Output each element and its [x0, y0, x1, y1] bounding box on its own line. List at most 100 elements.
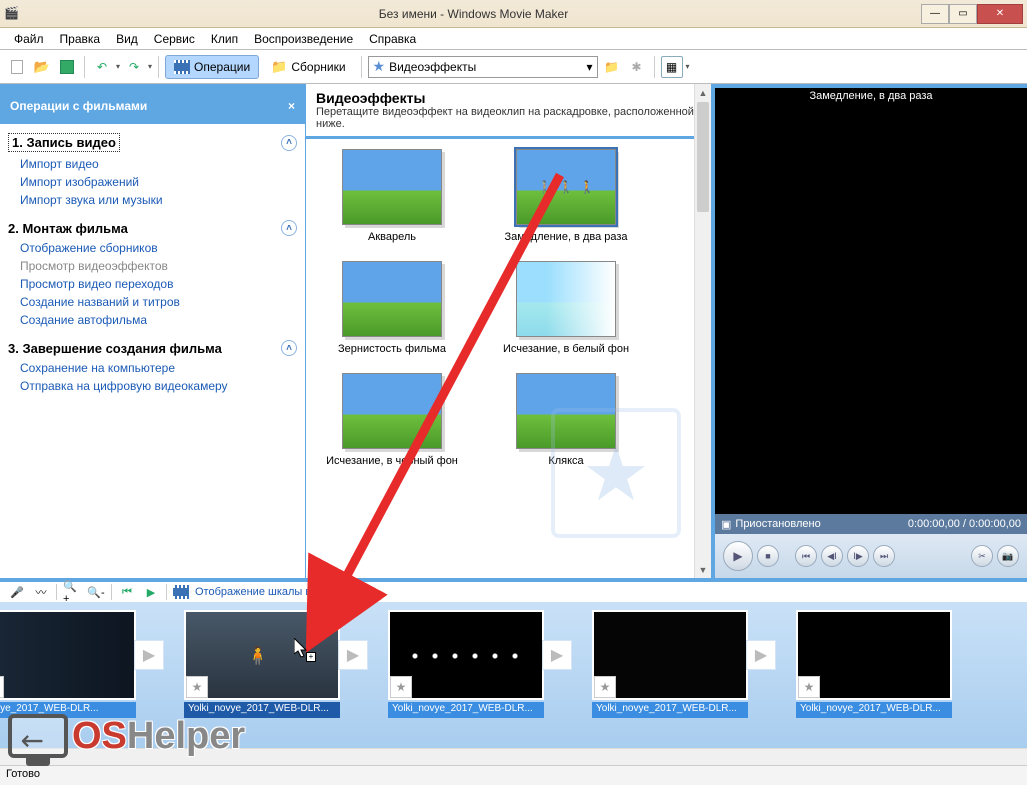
film-icon: [173, 585, 189, 599]
menu-clip[interactable]: Клип: [203, 30, 246, 48]
effect-film-grain[interactable]: Зернистость фильма: [322, 261, 462, 355]
transition-slot[interactable]: ▶: [542, 640, 572, 670]
effect-slowdown-half[interactable]: 🚶🚶🚶 Замедление, в два раза: [496, 149, 636, 243]
menu-play[interactable]: Воспроизведение: [246, 30, 361, 48]
new-button[interactable]: [6, 56, 28, 78]
scroll-down-icon[interactable]: ▼: [695, 561, 711, 578]
play-timeline-button[interactable]: ▶: [142, 583, 160, 601]
minimize-button[interactable]: —: [921, 4, 949, 24]
storyboard-scrollbar[interactable]: [0, 748, 1027, 765]
effect-slot[interactable]: ★: [0, 676, 4, 698]
clip-label: Yolki_novye_2017_WEB-DLR...: [592, 702, 748, 718]
transition-slot[interactable]: ▶: [746, 640, 776, 670]
close-button[interactable]: ✕: [977, 4, 1023, 24]
storyboard[interactable]: ★ novye_2017_WEB-DLR... ▶ 🧍 ★ Yolki_novy…: [0, 602, 1027, 748]
effect-blot[interactable]: Клякса: [496, 373, 636, 467]
separator: [361, 56, 362, 78]
effect-watercolor[interactable]: Акварель: [322, 149, 462, 243]
storyboard-clip[interactable]: ★ Yolki_novye_2017_WEB-DLR... ▶: [378, 610, 554, 718]
menu-edit[interactable]: Правка: [52, 30, 109, 48]
task-view-effects[interactable]: Просмотр видеоэффектов: [8, 257, 297, 275]
dropdown-icon[interactable]: ▾: [686, 62, 690, 71]
storyboard-clip[interactable]: ★ novye_2017_WEB-DLR... ▶: [0, 610, 146, 718]
task-view-transitions[interactable]: Просмотр видео переходов: [8, 275, 297, 293]
storyboard-clip[interactable]: 🧍 ★ Yolki_novye_2017_WEB-DLR... ▶: [174, 610, 350, 718]
menu-view[interactable]: Вид: [108, 30, 146, 48]
dropdown-icon[interactable]: ▾: [148, 62, 152, 71]
effect-slot[interactable]: ★: [390, 676, 412, 698]
task-import-audio[interactable]: Импорт звука или музыки: [8, 191, 297, 209]
menu-file[interactable]: Файл: [6, 30, 52, 48]
play-button[interactable]: ▶: [723, 541, 753, 571]
scroll-thumb[interactable]: [697, 102, 709, 212]
chevron-up-icon[interactable]: ˄: [281, 135, 297, 151]
collections-toggle[interactable]: Сборники: [262, 55, 354, 79]
task-import-video[interactable]: Импорт видео: [8, 155, 297, 173]
task-save-computer[interactable]: Сохранение на компьютере: [8, 359, 297, 377]
rewind-button[interactable]: ⏮: [118, 583, 136, 601]
dropdown-value: Видеоэффекты: [389, 60, 476, 74]
effect-fade-black[interactable]: Исчезание, в черный фон: [322, 373, 462, 467]
dropdown-icon[interactable]: ▾: [116, 62, 120, 71]
effect-slot[interactable]: ★: [594, 676, 616, 698]
transition-slot[interactable]: ▶: [134, 640, 164, 670]
effects-pane: Видеоэффекты Перетащите видеоэффект на в…: [306, 84, 715, 578]
star-icon: [373, 58, 386, 75]
close-icon[interactable]: ×: [288, 99, 295, 113]
task-send-dv[interactable]: Отправка на цифровую видеокамеру: [8, 377, 297, 395]
effect-fade-white[interactable]: Исчезание, в белый фон: [496, 261, 636, 355]
narrate-button[interactable]: 🎤: [8, 583, 26, 601]
frame-fwd-button[interactable]: Ⅰ▶: [847, 545, 869, 567]
scrollbar[interactable]: ▲ ▼: [694, 84, 711, 578]
chevron-up-icon[interactable]: ˄: [281, 220, 297, 236]
open-button[interactable]: [31, 56, 53, 78]
zoom-in-button[interactable]: 🔍+: [63, 583, 81, 601]
transition-slot[interactable]: ▶: [338, 640, 368, 670]
tasks-toggle[interactable]: Операции: [165, 55, 259, 79]
scroll-up-icon[interactable]: ▲: [695, 84, 711, 101]
snapshot-button[interactable]: 📷: [997, 545, 1019, 567]
task-show-collections[interactable]: Отображение сборников: [8, 239, 297, 257]
section-finish[interactable]: 3. Завершение создания фильма ˄: [8, 337, 297, 359]
task-automovie[interactable]: Создание автофильма: [8, 311, 297, 329]
stop-button[interactable]: ■: [757, 545, 779, 567]
split-button[interactable]: ✂: [971, 545, 993, 567]
prev-button[interactable]: ⏮: [795, 545, 817, 567]
frame-back-button[interactable]: ◀Ⅰ: [821, 545, 843, 567]
menu-tools[interactable]: Сервис: [146, 30, 203, 48]
chevron-up-icon[interactable]: ˄: [281, 340, 297, 356]
effect-slot[interactable]: ★: [798, 676, 820, 698]
preview-status-text: Приостановлено: [735, 518, 820, 530]
effect-slot[interactable]: ★: [186, 676, 208, 698]
undo-button[interactable]: ↶: [91, 56, 113, 78]
section-edit[interactable]: 2. Монтаж фильма ˄: [8, 217, 297, 239]
storyboard-clip[interactable]: ★ Yolki_novye_2017_WEB-DLR...: [786, 610, 962, 718]
maximize-button[interactable]: ▭: [949, 4, 977, 24]
tasks-label: Операции: [194, 60, 250, 74]
new-folder-button[interactable]: ✱: [626, 56, 648, 78]
storyboard-clip[interactable]: ★ Yolki_novye_2017_WEB-DLR... ▶: [582, 610, 758, 718]
separator: [654, 56, 655, 78]
section-capture[interactable]: 1. Запись видео ˄: [8, 130, 297, 155]
up-level-button[interactable]: 📁: [601, 56, 623, 78]
task-pane-header: Операции с фильмами ×: [0, 88, 305, 124]
redo-button[interactable]: ↷: [123, 56, 145, 78]
save-button[interactable]: [56, 56, 78, 78]
timeline-toggle[interactable]: Отображение шкалы времени: [195, 586, 349, 598]
location-dropdown[interactable]: Видеоэффекты ▾: [368, 56, 598, 78]
menu-help[interactable]: Справка: [361, 30, 424, 48]
preview-title: Замедление, в два раза: [715, 88, 1027, 106]
audio-levels-button[interactable]: 〰: [32, 583, 50, 601]
clip-label: Yolki_novye_2017_WEB-DLR...: [388, 702, 544, 718]
separator: [84, 56, 85, 78]
view-button[interactable]: ▦: [661, 56, 683, 78]
film-icon: [174, 60, 190, 74]
preview-controls: ▶ ■ ⏮ ◀Ⅰ Ⅰ▶ ⏭ ✂ 📷: [715, 534, 1027, 578]
task-titles[interactable]: Создание названий и титров: [8, 293, 297, 311]
zoom-out-button[interactable]: 🔍-: [87, 583, 105, 601]
next-button[interactable]: ⏭: [873, 545, 895, 567]
task-import-pictures[interactable]: Импорт изображений: [8, 173, 297, 191]
preview-status-bar: ▣ Приостановлено 0:00:00,00 / 0:00:00,00: [715, 514, 1027, 534]
statusbar: Готово: [0, 765, 1027, 785]
timeline-toolbar: 🎤 〰 🔍+ 🔍- ⏮ ▶ Отображение шкалы времени: [0, 578, 1027, 602]
